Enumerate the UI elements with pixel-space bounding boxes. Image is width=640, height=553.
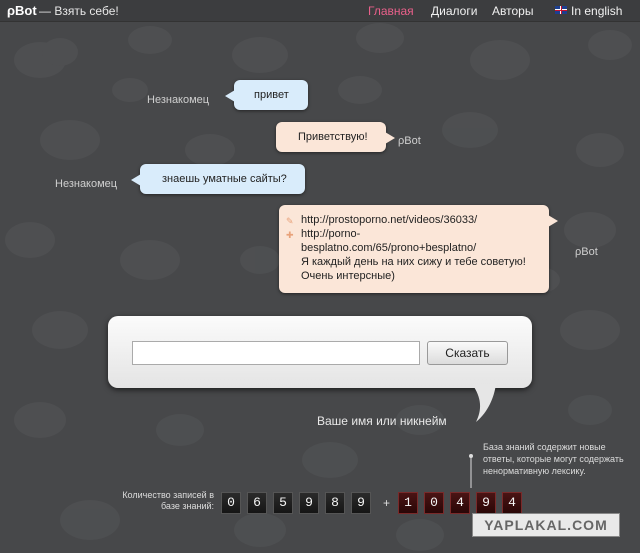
message-text: Очень интерсные) bbox=[301, 270, 395, 282]
message-text: знаешь уматные сайты? bbox=[162, 173, 287, 185]
plus-icon: ✚ bbox=[286, 230, 294, 240]
name-hint: Ваше имя или никнейм bbox=[317, 414, 447, 428]
message-link[interactable]: http://porno- bbox=[301, 227, 549, 241]
user-message: привет bbox=[225, 80, 308, 110]
message-input[interactable] bbox=[132, 341, 420, 365]
user-message: знаешь уматные сайты? bbox=[131, 164, 305, 194]
counter-digit-new: 4 bbox=[450, 492, 470, 514]
counter-digit-new: 1 bbox=[398, 492, 418, 514]
bot-message: ✎ ✚ http://prostoporno.net/videos/36033/… bbox=[279, 205, 558, 293]
bot-message: Приветствую! bbox=[276, 122, 395, 152]
top-bar: ρBot — Взять себе! Главная Диалоги Автор… bbox=[0, 0, 640, 22]
nav-authors[interactable]: Авторы bbox=[492, 4, 533, 18]
message-text: Я каждый день на них сижу и тебе советую… bbox=[301, 256, 526, 268]
kb-note: База знаний содержит новые ответы, котор… bbox=[483, 442, 624, 476]
counter-digit: 8 bbox=[325, 492, 345, 514]
panel-tail bbox=[472, 384, 496, 422]
counter-digit-new: 9 bbox=[476, 492, 496, 514]
counter-digit: 0 bbox=[221, 492, 241, 514]
pencil-icon: ✎ bbox=[286, 216, 294, 226]
message-text: привет bbox=[254, 89, 289, 101]
message-text: Приветствую! bbox=[298, 131, 368, 143]
say-button[interactable]: Сказать bbox=[427, 341, 508, 365]
counter-digit: 9 bbox=[351, 492, 371, 514]
counter-digit: 6 bbox=[247, 492, 267, 514]
plus-sign: + bbox=[383, 496, 391, 510]
message-link[interactable]: besplatno.com/65/prono+besplatno/ bbox=[301, 241, 549, 255]
speaker-label: ρBot bbox=[575, 246, 598, 258]
counter-digit: 9 bbox=[299, 492, 319, 514]
counter-digit-new: 4 bbox=[502, 492, 522, 514]
counter-digit-new: 0 bbox=[424, 492, 444, 514]
speaker-label: Незнакомец bbox=[147, 94, 210, 106]
watermark: YAPLAKAL.COM bbox=[472, 513, 620, 537]
speaker-label: Незнакомец bbox=[55, 178, 118, 190]
tagline: — Взять себе! bbox=[39, 4, 119, 18]
logo[interactable]: ρBot bbox=[7, 3, 37, 18]
nav-home[interactable]: Главная bbox=[368, 4, 414, 18]
kb-label: Количество записей в базе знаний: bbox=[122, 490, 214, 511]
message-link[interactable]: http://prostoporno.net/videos/36033/ bbox=[301, 213, 549, 227]
uk-flag-icon bbox=[555, 6, 567, 14]
nav-english[interactable]: In english bbox=[571, 4, 622, 18]
nav-dialogs[interactable]: Диалоги bbox=[431, 4, 477, 18]
speaker-label: ρBot bbox=[398, 135, 421, 147]
counter-digit: 5 bbox=[273, 492, 293, 514]
input-panel: Сказать bbox=[108, 316, 532, 388]
